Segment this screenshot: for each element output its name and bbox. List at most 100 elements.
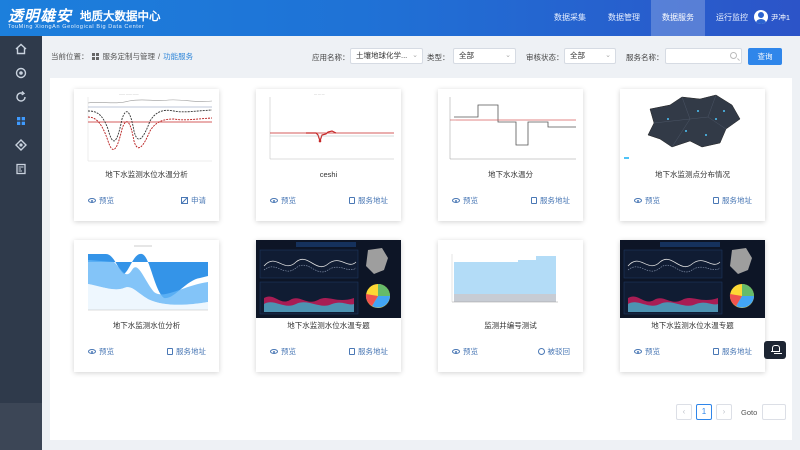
service-address-button[interactable]: 服务地址 (349, 195, 388, 206)
breadcrumb-separator: / (158, 52, 161, 61)
service-card[interactable]: 监测井编号测试 预览 被驳回 (438, 240, 583, 372)
avatar[interactable] (753, 10, 768, 24)
nav-run-monitor[interactable]: 运行监控 (705, 0, 759, 36)
type-value: 全部 (459, 51, 474, 60)
card-thumbnail[interactable] (74, 240, 219, 318)
service-address-button[interactable]: 服务地址 (713, 195, 752, 206)
page-1-button[interactable]: 1 (696, 404, 712, 420)
preview-button[interactable]: 预览 (452, 195, 478, 206)
top-nav: 数据采集 数据管理 数据服务 运行监控 (543, 0, 759, 36)
card-thumbnail[interactable] (620, 240, 765, 318)
card-thumbnail[interactable] (256, 240, 401, 318)
document-icon (713, 197, 719, 204)
home-icon[interactable] (13, 41, 29, 57)
card-thumbnail[interactable] (438, 89, 583, 167)
app-name-select[interactable]: 土壤地球化学... ⌄ (350, 48, 423, 64)
service-card[interactable]: 地下水监测水位水温专题 预览 服务地址 (256, 240, 401, 372)
breadcrumb-prefix: 当前位置： (51, 52, 89, 61)
card-thumbnail[interactable] (620, 89, 765, 167)
eye-icon (88, 349, 96, 354)
sidebar (0, 36, 42, 450)
eye-icon (270, 198, 278, 203)
document-icon (349, 197, 355, 204)
breadcrumb-parent[interactable]: 服务定制与管理 (103, 51, 156, 62)
card-title: 监测井编号测试 (484, 321, 537, 330)
card-thumbnail[interactable]: — — — (256, 89, 401, 167)
preview-label: 预览 (645, 347, 660, 356)
grid-icon (91, 53, 99, 60)
target-icon[interactable] (13, 65, 29, 81)
service-address-button[interactable]: 服务地址 (349, 346, 388, 357)
service-address-button[interactable]: 服务地址 (531, 195, 570, 206)
card-thumbnail[interactable] (438, 240, 583, 318)
preview-button[interactable]: 预览 (270, 195, 296, 206)
service-card[interactable]: — — — ceshi 预览 服务地址 (256, 89, 401, 221)
preview-button[interactable]: 预览 (634, 195, 660, 206)
service-address-label: 服务地址 (358, 347, 388, 356)
service-card[interactable]: 地下水监测点分布情况 预览 服务地址 (620, 89, 765, 221)
rejected-status[interactable]: 被驳回 (537, 346, 571, 357)
chevron-down-icon: ⌄ (605, 52, 611, 59)
report-icon[interactable] (13, 161, 29, 177)
nav-data-collection[interactable]: 数据采集 (543, 0, 597, 36)
service-address-button[interactable]: 服务地址 (167, 346, 206, 357)
eye-icon (634, 198, 642, 203)
service-name-input[interactable] (665, 48, 742, 64)
prev-page-button[interactable]: ‹ (676, 404, 692, 420)
card-title: 地下水水温分 (488, 170, 533, 179)
service-card[interactable]: 地下水监测水位分析 预览 服务地址 (74, 240, 219, 372)
service-card[interactable]: 地下水水温分 预览 服务地址 (438, 89, 583, 221)
preview-button[interactable]: 预览 (270, 346, 296, 357)
preview-label: 预览 (281, 347, 296, 356)
grid-icon[interactable] (13, 113, 29, 129)
compass-icon[interactable] (13, 137, 29, 153)
next-page-button[interactable]: › (716, 404, 732, 420)
goto-label: Goto (741, 408, 758, 417)
service-card[interactable]: 地下水监测水位水温专题 预览 服务地址 (620, 240, 765, 372)
user-menu[interactable]: 尹冲1 (753, 10, 790, 24)
goto-page-input[interactable] (762, 404, 786, 420)
preview-label: 预览 (645, 196, 660, 205)
nav-data-service[interactable]: 数据服务 (651, 0, 705, 36)
document-icon (167, 348, 173, 355)
apply-button[interactable]: 申请 (181, 195, 206, 206)
document-icon (349, 348, 355, 355)
svg-text:— — —: — — — (314, 92, 325, 96)
service-name-label: 服务名称： (626, 53, 664, 62)
card-thumbnail[interactable]: —— —— —— (74, 89, 219, 167)
bell-icon[interactable] (764, 341, 786, 359)
status-select[interactable]: 全部 ⌄ (564, 48, 616, 64)
preview-button[interactable]: 预览 (88, 346, 114, 357)
query-button[interactable]: 查询 (748, 48, 782, 65)
document-icon (713, 348, 719, 355)
service-address-button[interactable]: 服务地址 (713, 346, 752, 357)
preview-button[interactable]: 预览 (634, 346, 660, 357)
rejected-label: 被驳回 (547, 347, 571, 356)
preview-label: 预览 (99, 347, 114, 356)
preview-label: 预览 (463, 196, 478, 205)
user-name[interactable]: 尹冲1 (771, 12, 790, 23)
chevron-down-icon: ⌄ (412, 52, 418, 59)
service-card[interactable]: —— —— —— 地下水监测水位水温分析 预览 申请 (74, 89, 219, 221)
preview-label: 预览 (281, 196, 296, 205)
service-address-label: 服务地址 (176, 347, 206, 356)
search-icon[interactable] (730, 52, 737, 59)
breadcrumb: 当前位置： 服务定制与管理 / 功能服务 (51, 51, 193, 62)
main-content: 当前位置： 服务定制与管理 / 功能服务 应用名称： 土壤地球化学... ⌄ 类… (42, 36, 800, 450)
service-card-panel: —— —— —— 地下水监测水位水温分析 预览 申请 — — — ceshi 预… (50, 78, 792, 440)
card-title: 地下水监测水位水温分析 (105, 170, 188, 179)
service-address-label: 服务地址 (540, 196, 570, 205)
document-icon (531, 197, 537, 204)
nav-data-management[interactable]: 数据管理 (597, 0, 651, 36)
preview-button[interactable]: 预览 (452, 346, 478, 357)
refresh-icon[interactable] (13, 89, 29, 105)
preview-button[interactable]: 预览 (88, 195, 114, 206)
app-name-label: 应用名称： (312, 53, 350, 62)
type-select[interactable]: 全部 ⌄ (453, 48, 516, 64)
card-title: 地下水监测水位水温专题 (287, 321, 370, 330)
reject-icon (537, 348, 545, 355)
status-value: 全部 (570, 51, 585, 60)
eye-icon (88, 198, 96, 203)
svg-text:—— —— ——: —— —— —— (119, 92, 139, 96)
eye-icon (452, 198, 460, 203)
